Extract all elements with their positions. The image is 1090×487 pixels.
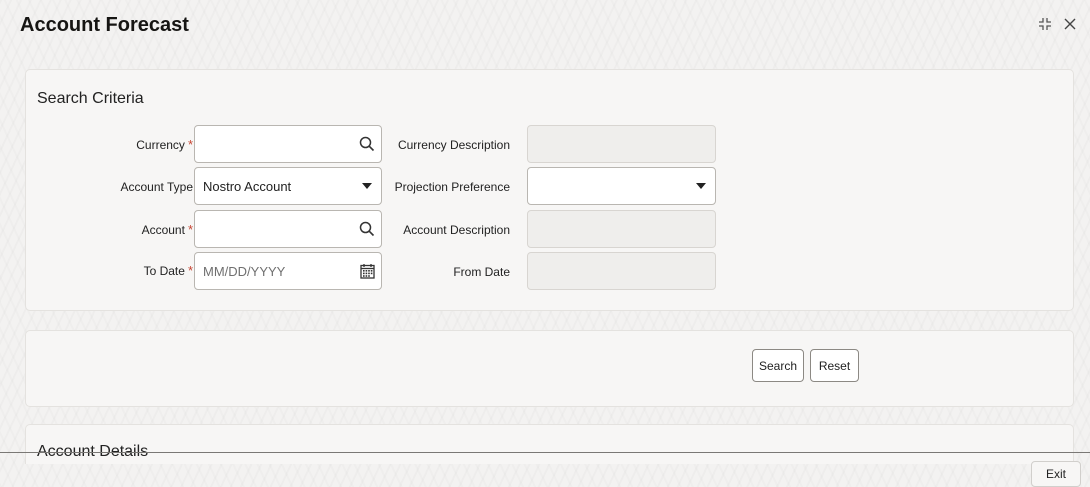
account-description-label: Account Description: [403, 223, 510, 237]
expand-icon[interactable]: [1037, 14, 1053, 34]
actions-panel: Search Reset: [25, 330, 1074, 407]
required-marker: *: [187, 263, 193, 278]
footer-bar: [0, 452, 1090, 487]
search-criteria-title: Search Criteria: [37, 90, 144, 107]
required-marker: *: [187, 137, 193, 152]
search-button[interactable]: Search: [752, 349, 804, 382]
to-date-input[interactable]: MM/DD/YYYY: [194, 252, 382, 290]
from-date-label: From Date: [453, 265, 510, 279]
account-input[interactable]: [194, 210, 382, 248]
search-criteria-panel: Search Criteria Currency * Currency Descr…: [25, 69, 1074, 311]
reset-button[interactable]: Reset: [810, 349, 859, 382]
required-marker: *: [187, 222, 193, 237]
chevron-down-icon: [353, 168, 381, 204]
to-date-placeholder: MM/DD/YYYY: [203, 263, 286, 279]
projection-preference-label: Projection Preference: [394, 180, 510, 194]
close-icon[interactable]: [1060, 14, 1080, 34]
chevron-down-icon: [687, 168, 715, 204]
search-icon[interactable]: [353, 126, 381, 162]
page-title: Account Forecast: [20, 14, 189, 36]
to-date-label: To Date *: [143, 263, 193, 278]
currency-label: Currency *: [136, 137, 193, 152]
currency-input[interactable]: [194, 125, 382, 163]
search-icon[interactable]: [353, 211, 381, 247]
currency-description-field: [527, 125, 716, 163]
account-description-field: [527, 210, 716, 248]
account-label: Account *: [141, 222, 193, 237]
currency-description-label: Currency Description: [397, 138, 510, 152]
calendar-icon[interactable]: [353, 253, 381, 289]
account-type-select[interactable]: Nostro Account: [194, 167, 382, 205]
from-date-field: [527, 252, 716, 290]
exit-button[interactable]: Exit: [1031, 461, 1081, 487]
projection-preference-select[interactable]: [527, 167, 716, 205]
account-type-label: Account Type: [120, 180, 194, 194]
